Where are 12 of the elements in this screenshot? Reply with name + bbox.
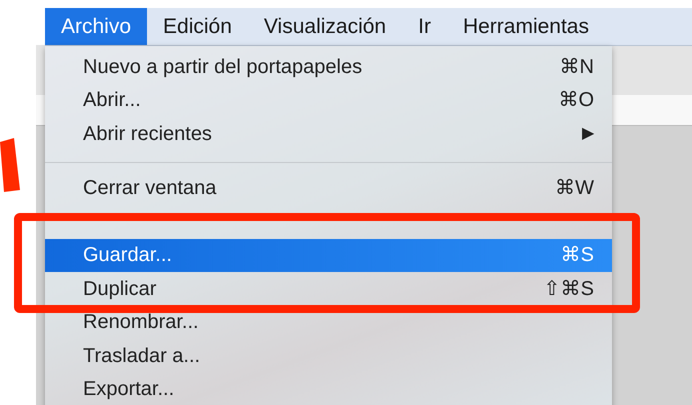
menu-item[interactable]: Guardar... ⌘S — [45, 238, 612, 272]
menu-bar-item[interactable]: Edición — [147, 8, 248, 45]
menu-item[interactable]: Trasladar a... — [45, 339, 612, 372]
menu-item[interactable]: Abrir recientes ▶ — [45, 117, 612, 150]
menu-item[interactable]: Exportar... — [45, 372, 612, 405]
menu-bar-item[interactable]: Archivo — [45, 8, 148, 45]
menu-bar-item[interactable]: Herramientas — [446, 8, 605, 45]
menu-bar-item[interactable]: Ir — [402, 8, 447, 45]
menu-bar-item[interactable]: Visualización — [248, 8, 402, 45]
menu-item[interactable]: Cerrar ventana ⌘W — [45, 172, 612, 205]
menu-item[interactable]: Nuevo a partir del portapapeles ⌘N — [45, 50, 612, 84]
menu-item[interactable]: Abrir... ⌘O — [45, 84, 612, 117]
